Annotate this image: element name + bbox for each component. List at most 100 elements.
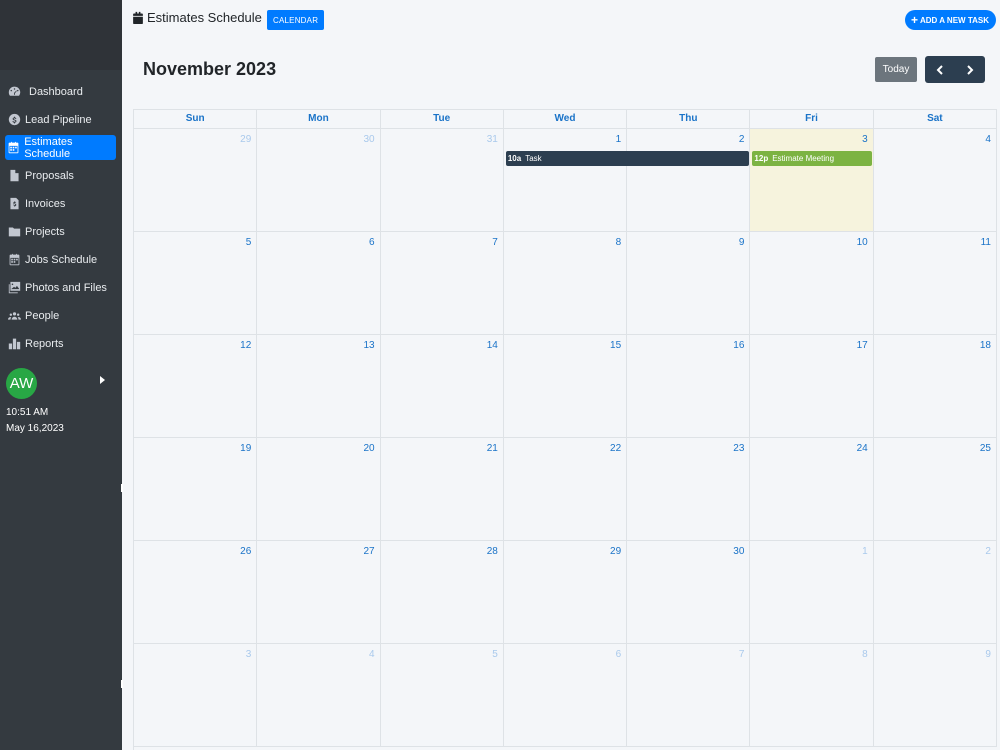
day-number[interactable]: 14 xyxy=(487,340,498,351)
next-month-button[interactable] xyxy=(955,56,985,83)
day-number[interactable]: 30 xyxy=(733,546,744,557)
day-number[interactable]: 4 xyxy=(369,649,375,660)
day-number[interactable]: 28 xyxy=(487,546,498,557)
day-number[interactable]: 5 xyxy=(246,237,252,248)
sidebar-item-lead-pipeline[interactable]: Lead Pipeline xyxy=(5,107,116,132)
day-cell[interactable]: 27 xyxy=(257,541,381,643)
day-cell[interactable]: 4 xyxy=(874,129,997,231)
day-cell[interactable]: 3 xyxy=(134,644,258,746)
day-number[interactable]: 7 xyxy=(739,649,745,660)
day-number[interactable]: 22 xyxy=(610,443,621,454)
day-number[interactable]: 25 xyxy=(980,443,991,454)
day-cell[interactable]: 2 xyxy=(627,129,751,231)
day-cell[interactable]: 22 xyxy=(504,438,628,540)
today-button[interactable]: Today xyxy=(875,57,917,82)
day-number[interactable]: 26 xyxy=(240,546,251,557)
day-cell[interactable]: 1 xyxy=(504,129,628,231)
prev-month-button[interactable] xyxy=(925,56,955,83)
day-number[interactable]: 2 xyxy=(739,134,745,145)
day-cell[interactable]: 16 xyxy=(627,335,751,437)
caret-right-icon[interactable] xyxy=(100,376,105,384)
day-number[interactable]: 8 xyxy=(862,649,868,660)
day-cell[interactable]: 24 xyxy=(750,438,874,540)
day-cell[interactable]: 7 xyxy=(627,644,751,746)
day-cell[interactable]: 20 xyxy=(257,438,381,540)
day-number[interactable]: 21 xyxy=(487,443,498,454)
day-number[interactable]: 29 xyxy=(610,546,621,557)
day-cell[interactable]: 12 xyxy=(134,335,258,437)
day-number[interactable]: 27 xyxy=(363,546,374,557)
day-cell[interactable]: 9 xyxy=(627,232,751,334)
day-cell[interactable]: 25 xyxy=(874,438,997,540)
sidebar-item-photos-and-files[interactable]: Photos and Files xyxy=(5,275,116,300)
sidebar-item-proposals[interactable]: Proposals xyxy=(5,163,116,188)
sidebar-item-dashboard[interactable]: Dashboard xyxy=(5,79,116,104)
day-number[interactable]: 18 xyxy=(980,340,991,351)
day-cell[interactable]: 8 xyxy=(504,232,628,334)
day-number[interactable]: 29 xyxy=(240,134,251,145)
day-number[interactable]: 12 xyxy=(240,340,251,351)
day-number[interactable]: 9 xyxy=(985,649,991,660)
day-cell[interactable]: 19 xyxy=(134,438,258,540)
day-cell[interactable]: 10 xyxy=(750,232,874,334)
day-cell-today[interactable]: 3 xyxy=(750,129,874,231)
day-cell[interactable]: 23 xyxy=(627,438,751,540)
day-cell[interactable]: 6 xyxy=(504,644,628,746)
day-cell[interactable]: 6 xyxy=(257,232,381,334)
day-number[interactable]: 15 xyxy=(610,340,621,351)
day-cell[interactable]: 29 xyxy=(504,541,628,643)
day-cell[interactable]: 5 xyxy=(134,232,258,334)
day-number[interactable]: 13 xyxy=(363,340,374,351)
sidebar-item-estimates-schedule[interactable]: Estimates Schedule xyxy=(5,135,116,160)
day-cell[interactable]: 8 xyxy=(750,644,874,746)
day-cell[interactable]: 17 xyxy=(750,335,874,437)
day-cell[interactable]: 26 xyxy=(134,541,258,643)
day-number[interactable]: 19 xyxy=(240,443,251,454)
day-cell[interactable]: 9 xyxy=(874,644,997,746)
day-cell[interactable]: 30 xyxy=(257,129,381,231)
day-cell[interactable]: 2 xyxy=(874,541,997,643)
day-cell[interactable]: 15 xyxy=(504,335,628,437)
day-cell[interactable]: 7 xyxy=(381,232,504,334)
day-cell[interactable]: 1 xyxy=(750,541,874,643)
day-cell[interactable]: 5 xyxy=(381,644,504,746)
day-number[interactable]: 10 xyxy=(857,237,868,248)
avatar[interactable]: AW xyxy=(6,368,37,399)
day-cell[interactable]: 14 xyxy=(381,335,504,437)
day-number[interactable]: 24 xyxy=(857,443,868,454)
day-cell[interactable]: 11 xyxy=(874,232,997,334)
day-cell[interactable]: 29 xyxy=(134,129,258,231)
day-number[interactable]: 6 xyxy=(369,237,375,248)
day-cell[interactable]: 28 xyxy=(381,541,504,643)
day-cell[interactable]: 13 xyxy=(257,335,381,437)
day-number[interactable]: 30 xyxy=(363,134,374,145)
sidebar-item-jobs-schedule[interactable]: Jobs Schedule xyxy=(5,247,116,272)
day-number[interactable]: 5 xyxy=(492,649,498,660)
event-estimate-meeting[interactable]: 12p Estimate Meeting xyxy=(752,151,872,166)
day-number[interactable]: 4 xyxy=(985,134,991,145)
day-cell[interactable]: 31 xyxy=(381,129,504,231)
day-number[interactable]: 7 xyxy=(492,237,498,248)
day-cell[interactable]: 21 xyxy=(381,438,504,540)
day-number[interactable]: 9 xyxy=(739,237,745,248)
day-cell[interactable]: 30 xyxy=(627,541,751,643)
add-new-task-button[interactable]: + ADD A NEW TASK xyxy=(904,10,996,30)
day-number[interactable]: 3 xyxy=(246,649,252,660)
day-number[interactable]: 6 xyxy=(616,649,622,660)
sidebar-item-reports[interactable]: Reports xyxy=(5,331,116,356)
day-number[interactable]: 16 xyxy=(733,340,744,351)
day-number[interactable]: 2 xyxy=(985,546,991,557)
sidebar-item-invoices[interactable]: Invoices xyxy=(5,191,116,216)
sidebar-item-people[interactable]: People xyxy=(5,303,116,328)
day-number[interactable]: 3 xyxy=(862,134,868,145)
event-task[interactable]: 10a Task xyxy=(505,151,750,166)
day-number[interactable]: 20 xyxy=(363,443,374,454)
day-number[interactable]: 31 xyxy=(487,134,498,145)
day-number[interactable]: 17 xyxy=(857,340,868,351)
day-number[interactable]: 23 xyxy=(733,443,744,454)
day-number[interactable]: 1 xyxy=(616,134,622,145)
sidebar-item-projects[interactable]: Projects xyxy=(5,219,116,244)
calendar-button[interactable]: CALENDAR xyxy=(267,10,325,30)
day-number[interactable]: 8 xyxy=(616,237,622,248)
day-number[interactable]: 11 xyxy=(981,237,991,248)
